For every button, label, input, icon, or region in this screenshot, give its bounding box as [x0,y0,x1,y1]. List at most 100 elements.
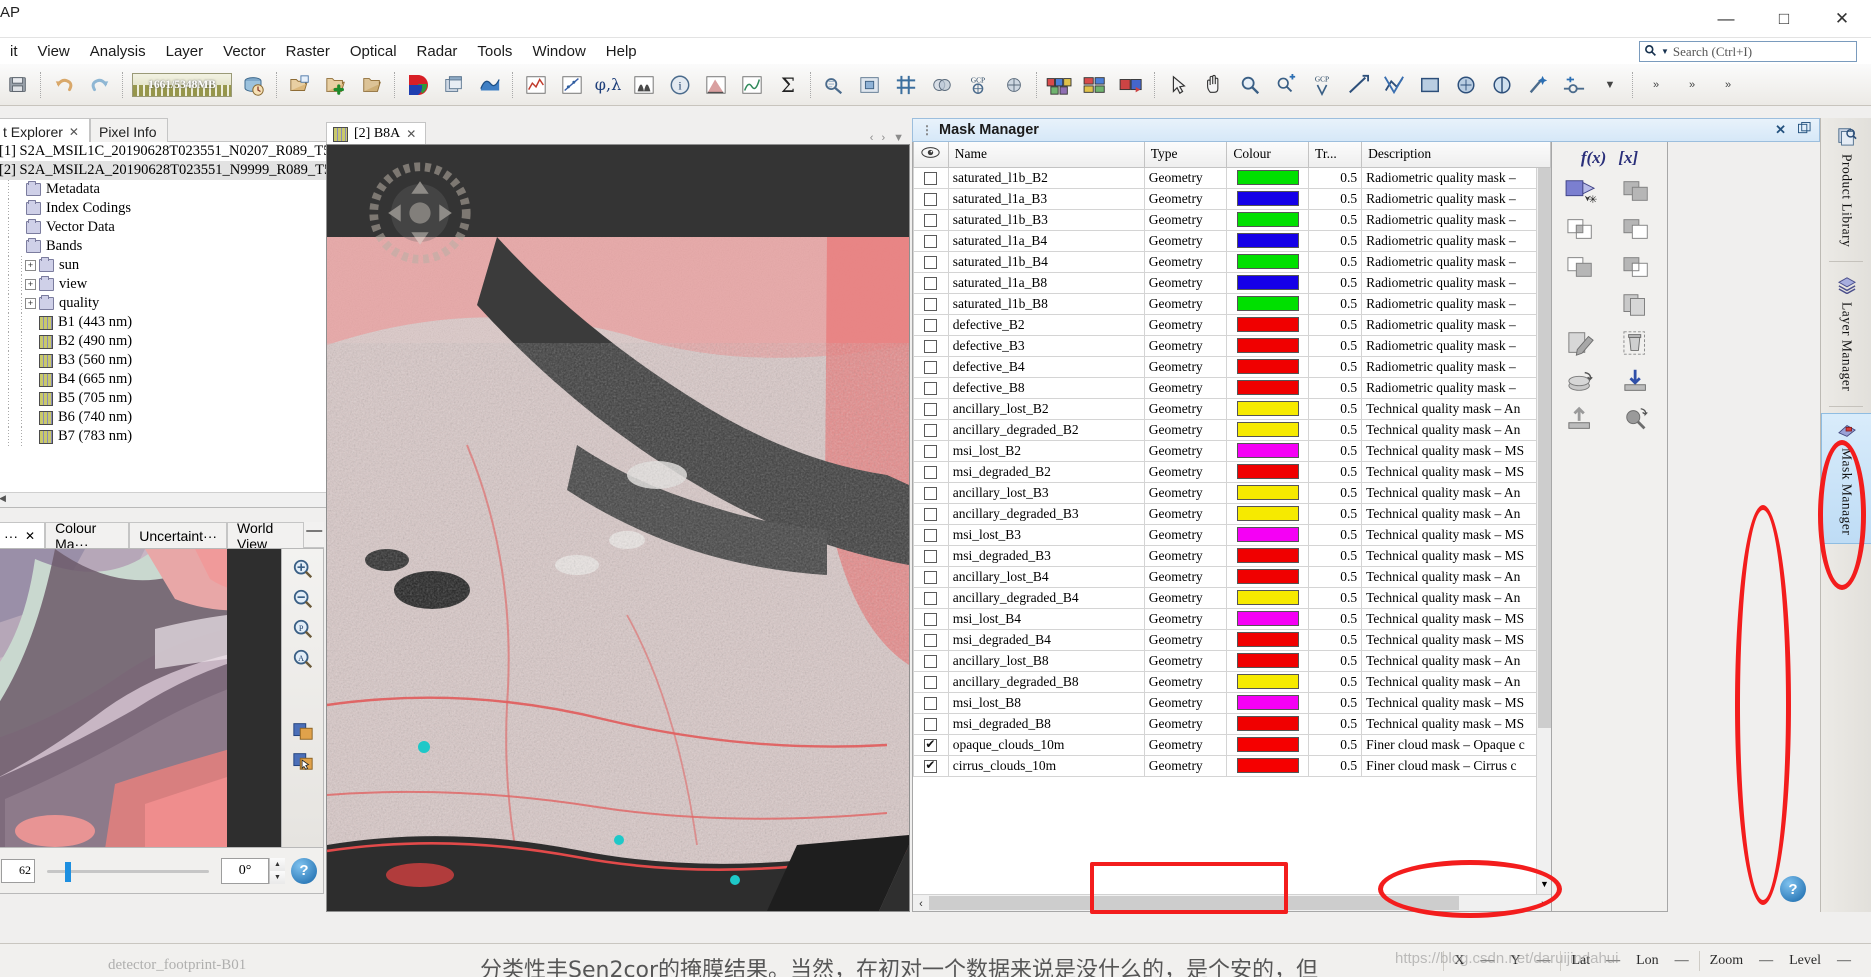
product-tree-item[interactable]: B3 (560 nm) [0,351,373,370]
overflow-chevron-1-icon[interactable]: » [1639,68,1673,102]
scatter-plot-icon[interactable] [555,68,589,102]
rectangle-draw-icon[interactable] [1413,68,1447,102]
tab-image-b8a[interactable]: [2] B8A ✕ [326,122,427,144]
mask-colour-swatch[interactable] [1236,380,1299,395]
tab-uncertainty[interactable]: Uncertaint··· [129,522,228,548]
table-row[interactable]: msi_lost_B8 Geometry 0.5 Technical quality … [913,691,1551,714]
mask-table-hscrollbar[interactable]: ‹ › [913,894,1551,911]
mask-name-cell[interactable]: cirrus_clouds_10m [947,754,1145,777]
mask-name-cell[interactable]: ancillary_lost_B3 [947,481,1145,504]
table-row[interactable]: saturated_l1b_B3 Geometry 0.5 Radiometric q… [913,208,1551,231]
table-row[interactable]: saturated_l1b_B4 Geometry 0.5 Radiometric q… [913,250,1551,273]
mask-visibility-cell[interactable] [913,418,949,441]
table-row[interactable]: ancillary_degraded_B3 Geometry 0.5 Technica… [913,502,1551,525]
zoom-all-icon[interactable]: A [289,647,317,671]
nav-next-icon[interactable]: › [881,132,885,144]
table-row[interactable]: saturated_l1a_B4 Geometry 0.5 Radiometric q… [913,229,1551,252]
info-icon[interactable]: i [663,68,697,102]
mask-colour-swatch[interactable] [1236,422,1299,437]
mask-colour-cell[interactable] [1226,460,1310,483]
menu-item-optical[interactable]: Optical [340,41,407,62]
mask-description-cell[interactable]: Radiometric quality mask – [1361,292,1551,315]
mask-colour-cell[interactable] [1226,586,1310,609]
spin-up-icon[interactable]: ▲ [270,857,285,871]
mask-visibility-cell[interactable] [913,586,949,609]
mask-name-cell[interactable]: ancillary_degraded_B2 [947,418,1145,441]
mask-colour-cell[interactable] [1226,502,1310,525]
mask-description-cell[interactable]: Technical quality mask – MS [1361,460,1551,483]
close-icon[interactable]: ✕ [406,127,416,142]
difference-icon[interactable] [1612,212,1662,246]
mask-visibility-cell[interactable] [913,460,949,483]
mask-visibility-cell[interactable] [913,439,949,462]
mask-visibility-cell[interactable] [913,628,949,651]
mask-transparency-cell[interactable]: 0.5 [1308,439,1363,462]
mask-colour-swatch[interactable] [1236,506,1299,521]
mask-visibility-checkbox[interactable] [924,507,938,521]
mask-colour-swatch[interactable] [1236,611,1299,626]
pan-hand-icon[interactable] [1197,68,1231,102]
mask-description-cell[interactable]: Radiometric quality mask – [1361,229,1551,252]
table-row[interactable]: ancillary_lost_B2 Geometry 0.5 Technical qu… [913,397,1551,420]
product-tree-item[interactable]: B5 (705 nm) [0,389,373,408]
mask-visibility-cell[interactable] [913,250,949,273]
mask-visibility-checkbox[interactable] [924,318,938,332]
rotation-spin-arrows[interactable]: ▲ ▼ [269,857,285,884]
mask-name-cell[interactable]: ancillary_lost_B4 [947,565,1145,588]
mask-name-cell[interactable]: msi_lost_B4 [947,607,1145,630]
mask-description-cell[interactable]: Radiometric quality mask – [1361,208,1551,231]
mask-colour-cell[interactable] [1226,565,1310,588]
product-tree-item[interactable]: + quality [0,294,373,313]
tab-product-explorer[interactable]: t Explorer ✕ [0,118,90,142]
band-maths-fx-button[interactable]: f(x) [1581,148,1606,168]
tab-navigation[interactable]: ··· ✕ [0,522,46,548]
mask-description-cell[interactable]: Radiometric quality mask – [1361,187,1551,210]
mask-colour-swatch[interactable] [1236,632,1299,647]
mask-visibility-cell[interactable] [913,712,949,735]
mask-name-cell[interactable]: msi_lost_B8 [947,691,1145,714]
filter-icon[interactable] [817,68,851,102]
menu-item-help[interactable]: Help [596,41,647,62]
mask-visibility-checkbox[interactable] [924,402,938,416]
mask-name-cell[interactable]: saturated_l1b_B8 [947,292,1145,315]
mask-visibility-cell[interactable] [913,523,949,546]
mask-transparency-cell[interactable]: 0.5 [1308,271,1363,294]
mask-colour-cell[interactable] [1226,292,1310,315]
compass-navigation-icon[interactable] [367,160,473,266]
mask-visibility-cell[interactable] [913,292,949,315]
profile-plot-icon[interactable] [519,68,553,102]
phi-lambda-icon[interactable]: φ,λ [591,68,625,102]
mask-colour-cell[interactable] [1226,418,1310,441]
table-row[interactable]: ancillary_lost_B3 Geometry 0.5 Technical qu… [913,481,1551,504]
mask-description-cell[interactable]: Technical quality mask – An [1361,649,1551,672]
product-tree-item[interactable]: Metadata [0,180,373,199]
menu-item-raster[interactable]: Raster [276,41,340,62]
mask-visibility-cell[interactable] [913,397,949,420]
mask-colour-swatch[interactable] [1236,443,1299,458]
mask-name-cell[interactable]: saturated_l1b_B3 [947,208,1145,231]
column-header-type[interactable]: Type [1143,142,1228,168]
mask-transparency-cell[interactable]: 0.5 [1308,691,1363,714]
mask-transparency-cell[interactable]: 0.5 [1308,733,1363,756]
mask-description-cell[interactable]: Technical quality mask – An [1361,481,1551,504]
mask-transparency-cell[interactable]: 0.5 [1308,502,1363,525]
table-row[interactable]: ancillary_lost_B4 Geometry 0.5 Technical qu… [913,565,1551,588]
mask-colour-cell[interactable] [1226,712,1310,735]
product-tree[interactable]: [1] S2A_MSIL1C_20190628T023551_N0207_R08… [0,142,374,508]
mask-visibility-checkbox[interactable] [924,717,938,731]
mask-colour-swatch[interactable] [1236,359,1299,374]
mask-transparency-cell[interactable]: 0.5 [1308,628,1363,651]
memory-gauge[interactable]: 1661/5348MB [132,72,232,97]
mask-colour-swatch[interactable] [1236,527,1299,542]
mask-colour-cell[interactable] [1226,754,1310,777]
mask-name-cell[interactable]: saturated_l1a_B4 [947,229,1145,252]
save-icon[interactable] [1,68,35,102]
menu-item-edit[interactable]: it [0,41,28,62]
mask-visibility-cell[interactable] [913,313,949,336]
mask-visibility-checkbox[interactable] [924,633,938,647]
table-row[interactable]: msi_degraded_B2 Geometry 0.5 Technical qual… [913,460,1551,483]
copy-window-icon[interactable] [437,68,471,102]
mask-name-cell[interactable]: defective_B4 [947,355,1145,378]
mask-colour-cell[interactable] [1226,187,1310,210]
mask-description-cell[interactable]: Technical quality mask – An [1361,670,1551,693]
